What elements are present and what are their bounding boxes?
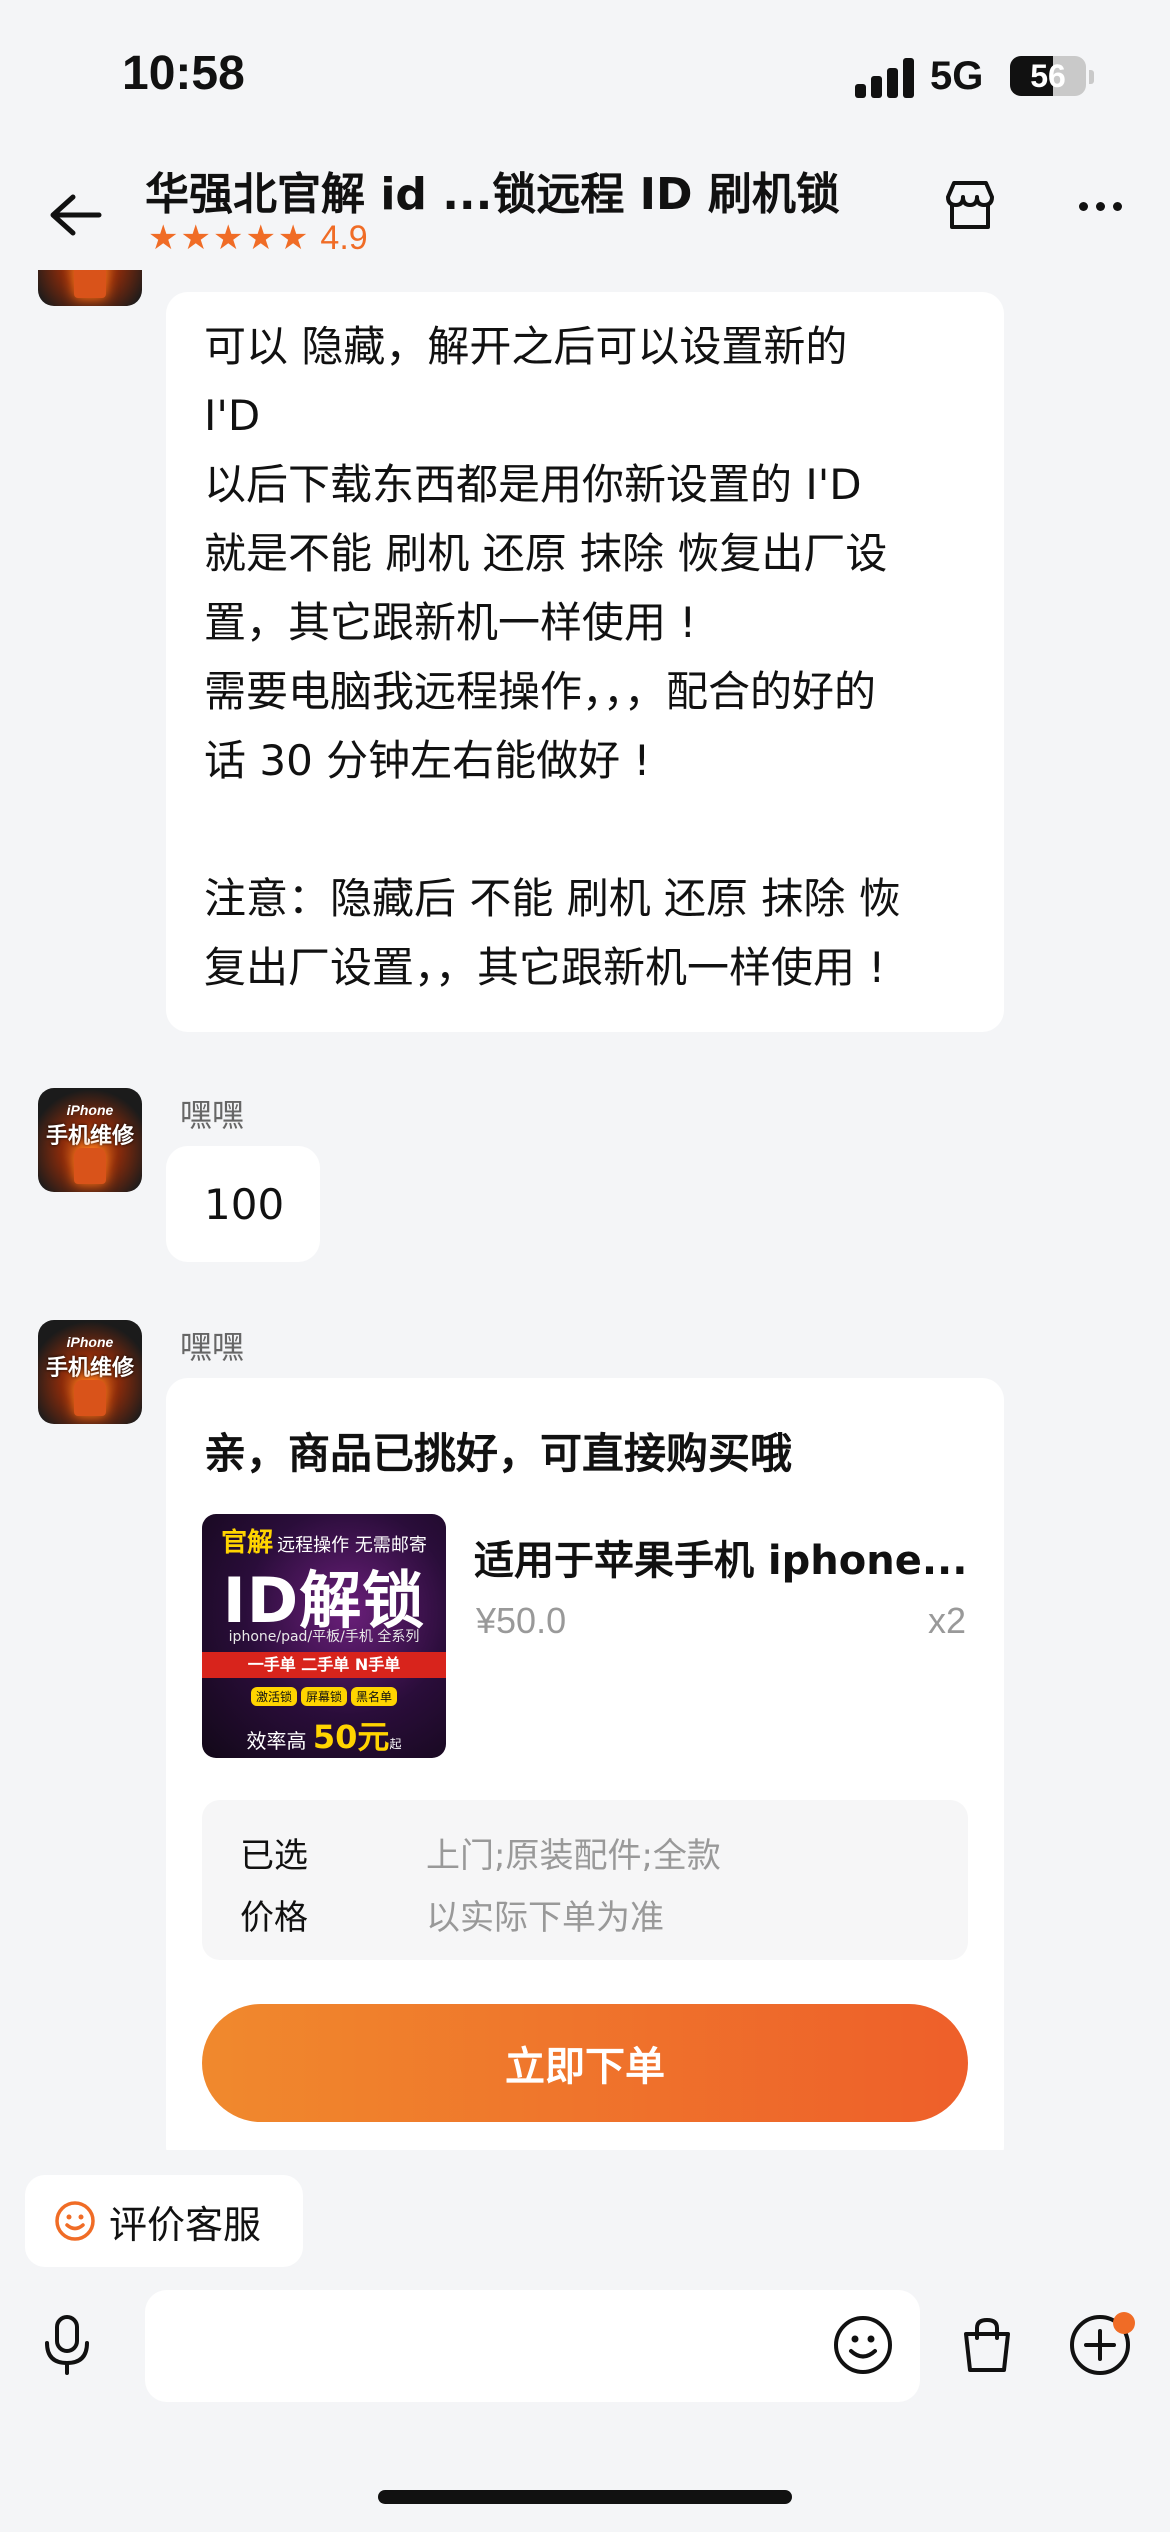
message-bubble[interactable]: 100	[166, 1146, 320, 1262]
spec-value: 以实际下单为准	[426, 1898, 664, 1938]
order-now-button[interactable]: 立即下单	[202, 2004, 968, 2122]
star-icons: ★★★★★	[148, 218, 311, 258]
avatar[interactable]: iPhone 手机维修	[38, 1088, 142, 1192]
card-title: 亲，商品已挑好，可直接购买哦	[204, 1429, 793, 1478]
message-input[interactable]	[145, 2290, 920, 2402]
home-indicator[interactable]	[378, 2490, 792, 2504]
rate-service-button[interactable]: 评价客服	[25, 2175, 303, 2267]
store-button[interactable]	[935, 170, 1005, 240]
back-button[interactable]	[40, 180, 110, 250]
rate-service-label: 评价客服	[109, 2202, 262, 2247]
chat-header: 华强北官解 id ...锁远程 ID 刷机锁 ★★★★★ 4.9	[0, 150, 1170, 270]
sender-name: 嘿嘿	[180, 1096, 245, 1134]
shopping-bag-button[interactable]	[952, 2310, 1022, 2380]
status-time: 10:58	[122, 47, 245, 100]
voice-button[interactable]	[32, 2310, 102, 2380]
signal-icon	[855, 58, 915, 98]
smile-icon	[55, 2201, 95, 2241]
product-quantity: x2	[927, 1600, 966, 1641]
spec-value: 上门;原装配件;全款	[426, 1836, 721, 1876]
more-dots-icon	[1075, 196, 1126, 215]
message-text: 100	[204, 1180, 285, 1229]
sender-name: 嘿嘿	[180, 1328, 245, 1366]
spec-key: 已选	[240, 1836, 308, 1876]
back-arrow-icon	[50, 194, 102, 236]
shopping-bag-icon	[964, 2317, 1010, 2372]
product-price: ¥50.0	[476, 1600, 567, 1641]
product-card[interactable]: 亲，商品已挑好，可直接购买哦 官解 远程操作 无需邮寄 ID解锁 iphone/p…	[166, 1378, 1004, 2150]
notification-dot	[1113, 2312, 1135, 2334]
rating-value: 4.9	[320, 218, 368, 257]
product-name[interactable]: 适用于苹果手机 iphone...	[474, 1528, 974, 1586]
avatar[interactable]: iPhone 手机维修	[38, 270, 142, 306]
emoji-icon	[834, 2316, 892, 2374]
shop-rating: ★★★★★ 4.9	[148, 218, 368, 258]
status-bar: 10:58 5G 56	[0, 0, 1170, 150]
emoji-button[interactable]	[828, 2310, 898, 2380]
shop-title[interactable]: 华强北官解 id ...锁远程 ID 刷机锁	[145, 158, 840, 222]
product-image[interactable]: 官解 远程操作 无需邮寄 ID解锁 iphone/pad/平板/手机 全系列 一手…	[202, 1514, 446, 1758]
message-bubble[interactable]: 可以 隐藏，解开之后可以设置新的 I'D 以后下载东西都是用你新设置的 I'D …	[166, 292, 1004, 1032]
microphone-icon	[45, 2315, 89, 2375]
store-icon	[946, 181, 994, 229]
spec-key: 价格	[240, 1898, 308, 1938]
avatar[interactable]: iPhone 手机维修	[38, 1320, 142, 1424]
battery-icon: 56	[1010, 56, 1086, 96]
message-text: 可以 隐藏，解开之后可以设置新的 I'D 以后下载东西都是用你新设置的 I'D …	[204, 322, 901, 992]
network-label: 5G	[930, 54, 984, 98]
more-options-button[interactable]	[1065, 170, 1135, 240]
chat-list[interactable]: iPhone 手机维修 可以 隐藏，解开之后可以设置新的 I'D 以后下载东西都…	[0, 270, 1170, 2150]
spec-box: 已选 上门;原装配件;全款 价格 以实际下单为准	[202, 1800, 968, 1960]
battery-level: 56	[1030, 58, 1066, 94]
